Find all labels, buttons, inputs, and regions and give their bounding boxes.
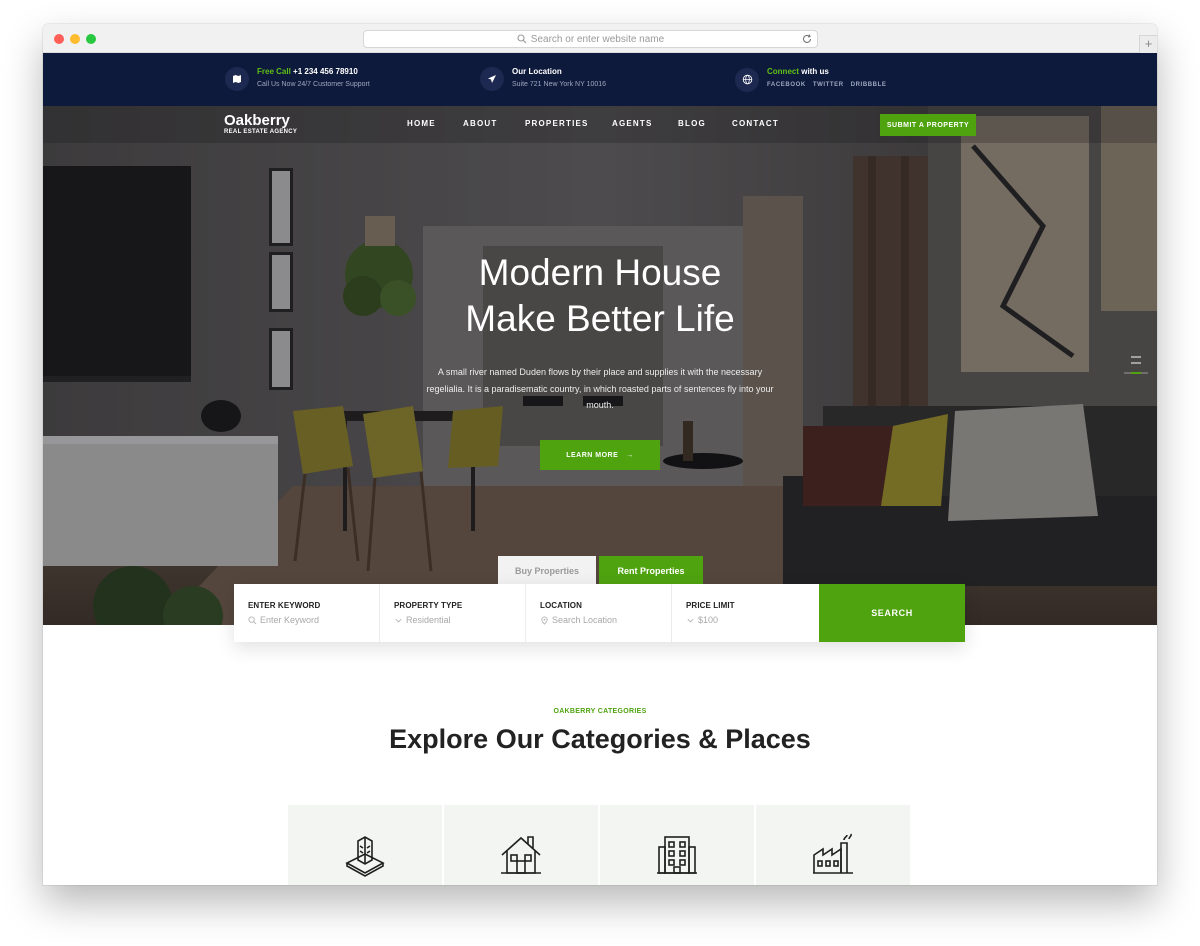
connect-prefix: Connect: [767, 67, 799, 76]
call-phone[interactable]: +1 234 456 78910: [293, 67, 358, 76]
call-subtext: Call Us Now 24/7 Customer Support: [257, 81, 370, 88]
factory-icon: [813, 833, 853, 874]
hero-section: Oakberry REAL ESTATE AGENCY HOME ABOUT P…: [43, 106, 1157, 625]
location-address: Suite 721 New York NY 10016: [512, 81, 607, 88]
top-info-bar: Free Call +1 234 456 78910 Call Us Now 2…: [43, 53, 1157, 106]
reload-icon[interactable]: [801, 33, 813, 45]
address-bar-placeholder: Search or enter website name: [530, 33, 665, 45]
location-title: Our Location: [512, 67, 562, 76]
globe-icon: [735, 67, 759, 92]
nav-about[interactable]: ABOUT: [463, 119, 497, 128]
social-links: FACEBOOK TWITTER DRIBBBLE: [767, 77, 894, 93]
learn-more-label: LEARN MORE: [566, 451, 619, 459]
price-limit-select[interactable]: $100: [698, 615, 718, 625]
location-field[interactable]: LOCATION Search Location: [526, 584, 672, 642]
search-icon: [517, 34, 527, 44]
location-pin-icon: [541, 616, 548, 625]
property-type-field[interactable]: PROPERTY TYPE Residential: [380, 584, 526, 642]
apartment-building-icon: [657, 836, 697, 874]
logo-tagline: REAL ESTATE AGENCY: [224, 129, 298, 135]
search-button[interactable]: SEARCH: [819, 584, 965, 642]
nav-home[interactable]: HOME: [407, 119, 436, 128]
category-card-skyscraper[interactable]: [288, 805, 442, 885]
categories-tag: OAKBERRY CATEGORIES: [553, 708, 647, 715]
location-info: Our Location Suite 721 New York NY 10016: [480, 66, 606, 92]
facebook-link[interactable]: FACEBOOK: [767, 82, 806, 88]
search-icon: [248, 615, 257, 624]
call-prefix: Free Call: [257, 67, 291, 76]
category-card-apartment[interactable]: [600, 805, 754, 885]
keyword-field[interactable]: ENTER KEYWORD Enter Keyword: [234, 584, 380, 642]
map-icon: [225, 67, 249, 91]
twitter-link[interactable]: TWITTER: [813, 82, 844, 88]
hero-title: Modern House Make Better Life: [400, 250, 800, 342]
keyword-input[interactable]: Enter Keyword: [260, 615, 319, 625]
new-tab-button[interactable]: +: [1139, 35, 1157, 53]
submit-property-button[interactable]: SUBMIT A PROPERTY: [880, 114, 976, 136]
connect-suffix: with us: [801, 67, 829, 76]
minimize-window-button[interactable]: [70, 34, 80, 44]
property-type-label: PROPERTY TYPE: [394, 601, 463, 610]
category-card-factory[interactable]: [756, 805, 910, 885]
hero-description: A small river named Duden flows by their…: [426, 367, 774, 410]
browser-window: Search or enter website name + Free Call…: [43, 24, 1157, 885]
location-label: LOCATION: [540, 601, 582, 610]
keyword-label: ENTER KEYWORD: [248, 601, 321, 610]
house-icon: [501, 836, 541, 874]
hero-title-line-2: Make Better Life: [465, 298, 735, 339]
browser-toolbar: Search or enter website name +: [43, 24, 1157, 53]
logo-name: Oakberry: [224, 112, 290, 129]
price-limit-field[interactable]: PRICE LIMIT $100: [672, 584, 818, 642]
nav-blog[interactable]: BLOG: [678, 119, 706, 128]
slider-indicator-icon[interactable]: [1123, 354, 1149, 376]
location-input[interactable]: Search Location: [552, 615, 617, 625]
hero-title-line-1: Modern House: [478, 252, 722, 293]
arrow-right-icon: →: [626, 451, 634, 459]
category-card-house[interactable]: [444, 805, 598, 885]
categories-title: Explore Our Categories & Places: [389, 724, 811, 754]
learn-more-button[interactable]: LEARN MORE →: [540, 440, 660, 470]
nav-contact[interactable]: CONTACT: [732, 119, 779, 128]
chevron-down-icon: [687, 618, 694, 622]
price-limit-label: PRICE LIMIT: [686, 601, 735, 610]
dribbble-link[interactable]: DRIBBBLE: [851, 82, 887, 88]
chevron-down-icon: [395, 618, 402, 622]
call-info: Free Call +1 234 456 78910 Call Us Now 2…: [225, 66, 370, 92]
tab-rent-properties[interactable]: Rent Properties: [599, 556, 703, 586]
nav-agents[interactable]: AGENTS: [612, 119, 653, 128]
main-navbar: Oakberry REAL ESTATE AGENCY HOME ABOUT P…: [43, 106, 1157, 143]
connect-info: Connect with us FACEBOOK TWITTER DRIBBBLE: [735, 66, 894, 93]
send-icon: [480, 67, 504, 91]
tab-buy-properties[interactable]: Buy Properties: [498, 556, 596, 586]
maximize-window-button[interactable]: [86, 34, 96, 44]
property-search-form: ENTER KEYWORD Enter Keyword PROPERTY TYP…: [234, 584, 965, 642]
close-window-button[interactable]: [54, 34, 64, 44]
skyscraper-icon: [345, 836, 385, 877]
address-bar[interactable]: Search or enter website name: [363, 30, 818, 48]
property-type-select[interactable]: Residential: [406, 615, 451, 625]
nav-properties[interactable]: PROPERTIES: [525, 119, 589, 128]
site-logo[interactable]: Oakberry REAL ESTATE AGENCY: [224, 112, 298, 136]
